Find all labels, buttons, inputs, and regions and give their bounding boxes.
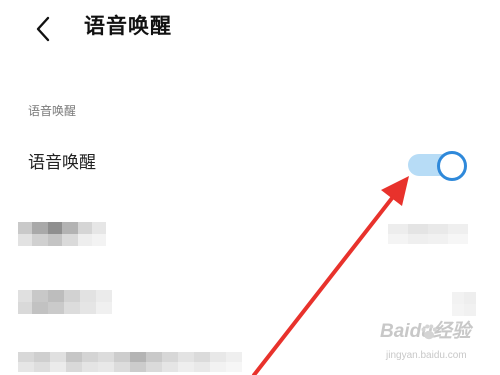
voice-wakeup-toggle[interactable] <box>402 150 467 181</box>
settings-screen: 语音唤醒 语音唤醒 语音唤醒 Baidu经验 jingyan.baidu.com <box>0 0 500 375</box>
blurred-row-label-2 <box>18 290 112 314</box>
toggle-knob <box>437 151 467 181</box>
blurred-row-value-2 <box>452 292 476 316</box>
section-header: 语音唤醒 <box>28 104 77 118</box>
blurred-row-value-1 <box>388 224 468 244</box>
paw-icon <box>421 324 437 340</box>
setting-row-voice-wakeup[interactable]: 语音唤醒 <box>0 138 500 190</box>
blurred-row-label-3 <box>18 352 242 372</box>
blurred-row-label-1 <box>18 222 106 246</box>
back-button[interactable] <box>28 12 62 46</box>
chevron-left-icon <box>36 16 50 42</box>
watermark: Baidu经验 jingyan.baidu.com <box>374 316 496 372</box>
watermark-url: jingyan.baidu.com <box>386 350 467 361</box>
page-title: 语音唤醒 <box>84 14 172 38</box>
setting-label: 语音唤醒 <box>28 153 96 173</box>
